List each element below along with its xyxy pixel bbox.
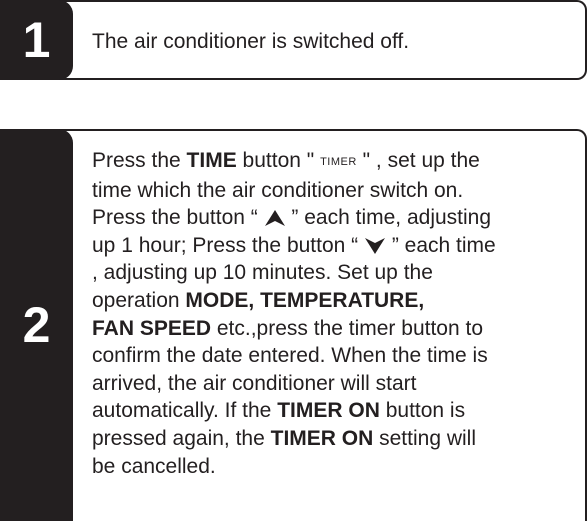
step-2-line: FAN SPEED etc.,press the timer button to [92,316,483,340]
step-2-line: arrived, the air conditioner will start [92,371,417,395]
step-1-text: The air conditioner is switched off. [92,30,410,53]
timer-button-symbol: TIMER [320,156,357,168]
step-2-number: 2 [22,297,51,353]
step-2-line: Press the TIME button " TIMER " , set up… [92,149,480,172]
step-2-line: automatically. If the TIMER ON button is [92,399,466,423]
step-1-number-badge: 1 [0,0,73,80]
step-2-text: Press the TIME button " TIMER " , set up… [92,147,584,480]
step-2-line: operation MODE, TEMPERATURE, [92,288,425,312]
step-2-line: up 1 hour; Press the button “ ” each tim… [92,233,496,257]
step-1-number: 1 [22,12,51,68]
step-2-line: pressed again, the TIMER ON setting will [92,426,476,450]
step-2-line: confirm the date entered. When the time … [92,344,488,368]
step-2-panel: 2 Press the TIME button " TIMER " , set … [0,129,587,521]
time-button-label: TIME [186,149,237,172]
up-arrow-icon [264,210,285,227]
step-1-panel: 1 The air conditioner is switched off. [0,0,587,80]
step-2-line: Press the button “ ” each time, adjustin… [92,206,492,230]
step-2-line: time which the air conditioner switch on… [92,178,464,202]
step-2-line: be cancelled. [92,454,216,478]
step-2-line: , adjusting up 10 minutes. Set up the [92,261,433,285]
down-arrow-icon [365,237,385,254]
step-2-number-badge: 2 [0,129,73,521]
